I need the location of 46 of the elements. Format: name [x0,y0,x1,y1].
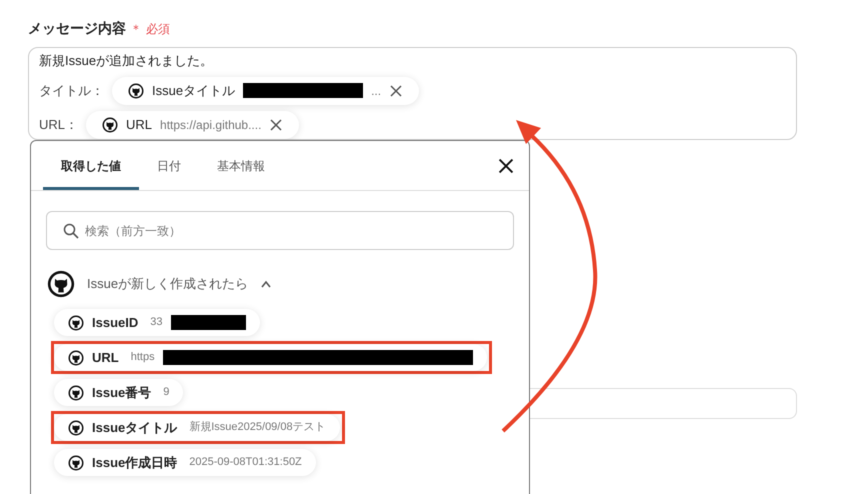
github-icon [47,270,75,298]
github-icon [68,384,84,400]
chip-name: URL [126,116,152,134]
close-icon[interactable] [497,157,515,175]
github-icon [68,420,84,436]
github-icon [102,116,118,132]
chip-name: IssueID [92,314,138,332]
required-mark: ＊ [130,20,142,38]
chip-value: 2025-09-08T01:31:50Z [189,455,302,470]
chip-value: ... [371,82,382,100]
field-label: メッセージ内容 [28,19,126,38]
github-icon [68,350,84,366]
chip-name: Issue作成日時 [92,454,178,472]
github-icon [68,314,84,330]
chip-name: URL [92,348,119,367]
variable-chip[interactable]: Issue番号 9 [54,379,184,406]
chip-value: 9 [163,385,170,400]
variable-chip[interactable]: Issue作成日時 2025-09-08T01:31:50Z [54,449,316,476]
close-icon[interactable] [269,118,284,132]
github-icon [128,82,144,98]
chip-name: Issue番号 [92,384,152,402]
chip-value: https://api.github.... [160,116,262,134]
variable-chip[interactable]: IssueID 33 [54,309,260,336]
chip-value: https [130,350,155,366]
variable-chip[interactable]: Issueタイトル ... [112,76,420,104]
chevron-icon[interactable] [260,280,272,288]
chip-value: 33 [150,315,162,330]
chip-name: Issueタイトル [92,418,178,437]
line-label: タイトル： [39,82,104,100]
chip-value: 新規Issue2025/09/08テスト [189,420,326,436]
tab[interactable]: 基本情報 [199,141,283,190]
github-icon [68,454,84,470]
variable-chip[interactable]: URL https://api.github.... [86,110,300,138]
message-text: 新規Issueが追加されました。 [39,52,214,70]
required-label: 必須 [146,20,170,38]
message-textarea[interactable]: 新規Issueが追加されました。 タイトル： Issueタイトル ... URL： URL https://api.github.... [28,47,797,140]
close-icon[interactable] [389,84,404,98]
line-label: URL： [39,116,78,134]
search-field[interactable]: 検索（前方一致） [46,211,514,250]
variable-chip[interactable]: Issueタイトル 新規Issue2025/09/08テスト [54,414,340,441]
chip-name: Issueタイトル [152,82,236,100]
search-icon [63,223,79,239]
tab[interactable]: 取得した値 [43,141,139,190]
tab[interactable]: 日付 [139,141,199,190]
group-title: Issueが新しく作成されたら [87,275,248,294]
variable-chip[interactable]: URL https [54,344,487,371]
